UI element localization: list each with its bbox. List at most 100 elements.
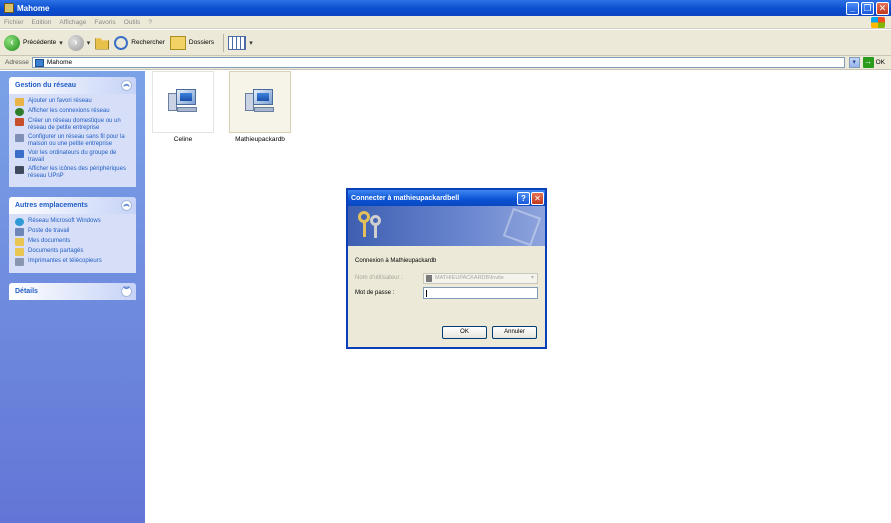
details-header[interactable]: Détails ︾ bbox=[9, 283, 136, 300]
wireless-network-icon bbox=[15, 134, 24, 142]
add-network-place-icon bbox=[15, 98, 24, 106]
network-tasks-panel: Gestion du réseau ︽ Ajouter un favori ré… bbox=[9, 77, 136, 187]
username-value: MATHIEUPACKARDB\Invite bbox=[435, 275, 504, 281]
place-my-computer[interactable]: Poste de travail bbox=[15, 228, 131, 236]
computer-icon bbox=[168, 87, 198, 117]
shared-documents-icon bbox=[15, 248, 24, 256]
connect-dialog: Connecter à mathieupackardbell ? ✕ Conne… bbox=[346, 188, 547, 349]
connecting-text: Connexion à Mathieupackardb bbox=[355, 258, 437, 264]
task-add-network-place[interactable]: Ajouter un favori réseau bbox=[15, 98, 131, 106]
search-icon bbox=[114, 35, 129, 50]
details-title: Détails bbox=[15, 288, 38, 295]
cancel-button[interactable]: Annuler bbox=[492, 326, 537, 339]
username-combobox[interactable]: MATHIEUPACKARDB\Invite ▾ bbox=[423, 272, 538, 284]
collapse-icon[interactable]: ︽ bbox=[121, 200, 132, 211]
menu-tools[interactable]: Outils bbox=[120, 19, 145, 26]
search-label: Rechercher bbox=[131, 39, 165, 46]
my-computer-icon bbox=[15, 228, 24, 236]
menu-help[interactable]: ? bbox=[144, 19, 156, 26]
minimize-button[interactable]: _ bbox=[846, 1, 859, 15]
computer-label: Celine bbox=[173, 136, 193, 143]
password-input[interactable] bbox=[423, 287, 538, 299]
user-icon bbox=[426, 274, 432, 282]
folder-up-icon bbox=[95, 38, 110, 50]
dialog-close-button[interactable]: ✕ bbox=[531, 191, 544, 205]
banner-decoration bbox=[502, 207, 542, 246]
search-button[interactable]: Rechercher bbox=[114, 35, 165, 50]
username-label: Nom d'utilisateur : bbox=[355, 275, 403, 281]
window-title-bar[interactable]: Mahome _ ❐ ✕ bbox=[0, 0, 891, 16]
place-microsoft-windows-network[interactable]: Réseau Microsoft Windows bbox=[15, 218, 131, 226]
folders-icon bbox=[169, 35, 186, 50]
window-title: Mahome bbox=[17, 3, 50, 13]
task-show-upnp-icons[interactable]: Afficher les icônes des périphériques ré… bbox=[15, 166, 131, 180]
network-tasks-title: Gestion du réseau bbox=[15, 82, 77, 89]
place-shared-documents[interactable]: Documents partagés bbox=[15, 248, 131, 256]
menu-bar: Fichier Edition Affichage Favoris Outils… bbox=[0, 16, 891, 29]
network-folder-icon bbox=[4, 3, 14, 13]
help-button[interactable]: ? bbox=[517, 191, 530, 205]
text-caret bbox=[426, 290, 427, 297]
forward-arrow-icon: › bbox=[67, 34, 84, 51]
task-view-workgroup-computers[interactable]: Voir les ordinateurs du groupe de travai… bbox=[15, 150, 131, 164]
network-connections-icon bbox=[15, 108, 24, 116]
network-tasks-header[interactable]: Gestion du réseau ︽ bbox=[9, 77, 136, 94]
details-panel: Détails ︾ bbox=[9, 283, 136, 300]
back-button[interactable]: ‹ Précédente ▾ bbox=[4, 34, 63, 51]
menu-favorites[interactable]: Favoris bbox=[90, 19, 119, 26]
workgroup-icon bbox=[15, 150, 24, 158]
address-bar: Adresse Mahome ▾ → OK bbox=[0, 56, 891, 70]
ok-button[interactable]: OK bbox=[442, 326, 487, 339]
keys-icon bbox=[358, 211, 384, 241]
up-folder-button[interactable] bbox=[95, 36, 110, 50]
maximize-button[interactable]: ❐ bbox=[861, 1, 874, 15]
windows-logo-icon bbox=[871, 17, 885, 28]
go-arrow-icon: → bbox=[862, 57, 874, 68]
upnp-device-icon bbox=[15, 166, 24, 174]
dialog-banner bbox=[348, 206, 545, 246]
back-arrow-icon: ‹ bbox=[4, 34, 20, 51]
chevron-down-icon[interactable]: ▾ bbox=[528, 274, 537, 283]
menu-file[interactable]: Fichier bbox=[0, 19, 28, 26]
dialog-title-bar[interactable]: Connecter à mathieupackardbell ? ✕ bbox=[348, 190, 545, 206]
dialog-title: Connecter à mathieupackardbell bbox=[351, 194, 460, 202]
network-icon bbox=[34, 58, 44, 67]
chevron-down-icon[interactable]: ▾ bbox=[249, 39, 253, 47]
my-documents-icon bbox=[15, 238, 24, 246]
expand-icon[interactable]: ︾ bbox=[121, 286, 132, 297]
close-button[interactable]: ✕ bbox=[876, 1, 889, 15]
task-pane: Gestion du réseau ︽ Ajouter un favori ré… bbox=[0, 71, 145, 523]
go-button[interactable]: → OK bbox=[862, 57, 885, 68]
computer-label: Mathieupackardb bbox=[235, 136, 285, 143]
back-label: Précédente bbox=[23, 39, 57, 46]
windows-network-icon bbox=[15, 218, 24, 226]
other-places-title: Autres emplacements bbox=[15, 202, 88, 209]
address-dropdown-icon[interactable]: ▾ bbox=[848, 57, 860, 68]
password-row: Mot de passe : bbox=[355, 287, 538, 299]
computer-item[interactable]: Celine bbox=[152, 71, 214, 143]
chevron-down-icon[interactable]: ▾ bbox=[87, 39, 91, 47]
printer-icon bbox=[15, 258, 24, 266]
task-view-network-connections[interactable]: Afficher les connexions réseau bbox=[15, 108, 131, 116]
computer-icon bbox=[245, 87, 275, 117]
task-setup-wireless-network[interactable]: Configurer un réseau sans fil pour la ma… bbox=[15, 134, 131, 148]
place-printers-faxes[interactable]: Imprimantes et télécopieurs bbox=[15, 258, 131, 266]
username-row: Nom d'utilisateur : MATHIEUPACKARDB\Invi… bbox=[355, 272, 538, 284]
go-label: OK bbox=[875, 59, 885, 66]
collapse-icon[interactable]: ︽ bbox=[121, 80, 132, 91]
other-places-panel: Autres emplacements ︽ Réseau Microsoft W… bbox=[9, 197, 136, 273]
chevron-down-icon[interactable]: ▾ bbox=[59, 39, 63, 47]
task-setup-home-network[interactable]: Créer un réseau domestique ou un réseau … bbox=[15, 118, 131, 132]
forward-button[interactable]: › ▾ bbox=[67, 34, 91, 51]
other-places-header[interactable]: Autres emplacements ︽ bbox=[9, 197, 136, 214]
toolbar: ‹ Précédente ▾ › ▾ Rechercher Dossiers ▾ bbox=[0, 30, 891, 56]
place-my-documents[interactable]: Mes documents bbox=[15, 238, 131, 246]
toolbar-separator bbox=[223, 33, 225, 52]
computer-item[interactable]: Mathieupackardb bbox=[229, 71, 291, 143]
views-button[interactable]: ▾ bbox=[228, 35, 253, 50]
menu-edit[interactable]: Edition bbox=[28, 19, 56, 26]
menu-view[interactable]: Affichage bbox=[55, 19, 90, 26]
address-input[interactable]: Mahome bbox=[31, 57, 845, 68]
folders-button[interactable]: Dossiers bbox=[169, 35, 214, 50]
address-label: Adresse bbox=[5, 59, 29, 66]
